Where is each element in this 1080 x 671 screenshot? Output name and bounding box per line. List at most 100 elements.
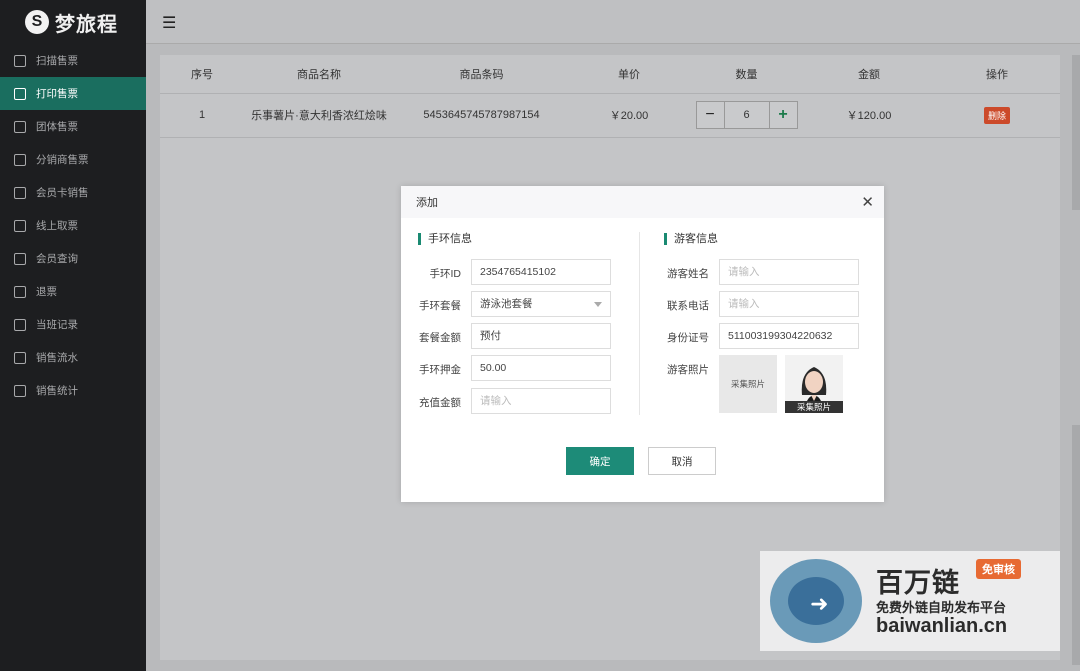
- sidebar-item-8[interactable]: 当班记录: [0, 308, 146, 341]
- dialog-title: 添加: [416, 197, 438, 209]
- cell-price: ￥20.00: [569, 92, 689, 138]
- group-icon: [14, 120, 26, 133]
- wristband-id-label: 手环ID: [429, 268, 462, 280]
- quantity-value[interactable]: 6: [725, 102, 769, 128]
- record-icon: [14, 318, 26, 331]
- sidebar-item-label: 会员卡销售: [36, 187, 89, 199]
- watermark-logo-icon: ➜: [770, 559, 862, 643]
- table-row: 1 乐事薯片·意大利香浓红烩味 5453645745787987154 ￥20.…: [160, 92, 1060, 138]
- sidebar-item-4[interactable]: 会员卡销售: [0, 176, 146, 209]
- sales-flow-icon: [14, 351, 26, 364]
- decrement-button[interactable]: −: [697, 102, 725, 128]
- sidebar-item-label: 团体售票: [36, 121, 78, 133]
- quantity-stepper: − 6 +: [695, 101, 798, 129]
- app-logo: S 梦旅程: [0, 0, 146, 44]
- recharge-label: 充值金额: [419, 397, 461, 409]
- wristband-package-label: 手环套餐: [419, 300, 461, 312]
- package-amount-input[interactable]: 预付: [471, 323, 611, 349]
- package-amount-label: 套餐金额: [419, 332, 461, 344]
- sidebar-item-3[interactable]: 分销商售票: [0, 143, 146, 176]
- increment-button[interactable]: +: [768, 102, 797, 128]
- capture-photo-placeholder[interactable]: 采集照片: [719, 355, 777, 413]
- wristband-id-input[interactable]: 2354765415102: [471, 259, 611, 285]
- cancel-button[interactable]: 取消: [648, 447, 716, 475]
- wristband-section-title: 手环信息: [418, 233, 472, 245]
- capture-photo-placeholder-text: 采集照片: [730, 379, 765, 389]
- sidebar-item-label: 退票: [36, 286, 57, 298]
- cell-amount: ￥120.00: [804, 92, 934, 138]
- col-name: 商品名称: [297, 68, 341, 81]
- sidebar-item-0[interactable]: 扫描售票: [0, 44, 146, 77]
- deposit-input[interactable]: 50.00: [471, 355, 611, 381]
- watermark-banner: ➜ 百万链 免审核 免费外链自助发布平台 baiwanlian.cn: [760, 551, 1060, 651]
- sidebar-item-label: 扫描售票: [36, 55, 78, 67]
- menu-toggle-icon[interactable]: ☰: [162, 13, 176, 33]
- section-divider: [639, 232, 640, 415]
- capture-photo-button[interactable]: 采集照片: [785, 401, 843, 413]
- visitor-section-title: 游客信息: [664, 233, 718, 245]
- watermark-title: 百万链: [876, 568, 960, 598]
- cell-name: 乐事薯片·意大利香浓红烩味: [244, 92, 394, 138]
- logo-mark-icon: S: [25, 10, 49, 34]
- logo-text: 梦旅程: [55, 13, 118, 36]
- sidebar-item-5[interactable]: 线上取票: [0, 209, 146, 242]
- scrollbar[interactable]: [1072, 55, 1080, 210]
- sidebar-item-label: 分销商售票: [36, 154, 89, 166]
- sidebar-item-label: 打印售票: [36, 88, 78, 100]
- close-icon[interactable]: ✕: [861, 193, 874, 211]
- visitor-name-input[interactable]: 请输入: [719, 259, 859, 285]
- watermark-subtitle: 免费外链自助发布平台: [876, 600, 1007, 615]
- sidebar-item-label: 会员查询: [36, 253, 78, 265]
- col-amount: 金额: [858, 68, 880, 81]
- col-index: 序号: [191, 68, 213, 81]
- watermark-url: baiwanlian.cn: [876, 615, 1008, 637]
- dialog-header: 添加: [401, 186, 884, 218]
- cell-index: 1: [160, 92, 244, 138]
- sidebar-item-label: 线上取票: [36, 220, 78, 232]
- sidebar-item-7[interactable]: 退票: [0, 275, 146, 308]
- sidebar: S 梦旅程 扫描售票打印售票团体售票分销商售票会员卡销售线上取票会员查询退票当班…: [0, 0, 146, 671]
- top-header: ☰: [146, 0, 1080, 44]
- cell-quantity: − 6 +: [689, 92, 804, 138]
- refund-icon: [14, 285, 26, 298]
- watermark-tag: 免审核: [976, 559, 1021, 579]
- member-search-icon: [14, 252, 26, 265]
- delete-button[interactable]: 删除: [983, 106, 1010, 124]
- id-number-input[interactable]: 511003199304220632: [719, 323, 859, 349]
- distributor-icon: [14, 153, 26, 166]
- confirm-button[interactable]: 确定: [566, 447, 634, 475]
- visitor-photo[interactable]: 采集照片: [785, 355, 843, 413]
- col-quantity: 数量: [735, 68, 758, 81]
- id-number-label: 身份证号: [667, 332, 709, 344]
- sidebar-item-label: 销售统计: [36, 385, 78, 397]
- sales-stats-icon: [14, 384, 26, 397]
- col-action: 操作: [986, 68, 1008, 81]
- sidebar-item-label: 销售流水: [36, 352, 78, 364]
- deposit-label: 手环押金: [419, 364, 461, 376]
- ticket-icon: [14, 219, 26, 232]
- sidebar-item-6[interactable]: 会员查询: [0, 242, 146, 275]
- sidebar-item-9[interactable]: 销售流水: [0, 341, 146, 374]
- phone-input[interactable]: 请输入: [719, 291, 859, 317]
- phone-label: 联系电话: [667, 300, 709, 312]
- wristband-package-value: 游泳池套餐: [480, 298, 533, 310]
- sidebar-item-label: 当班记录: [36, 319, 78, 331]
- add-dialog: 添加 ✕ 手环信息 游客信息 手环ID 2354765415102 手环套餐 游…: [401, 186, 884, 502]
- cell-barcode: 5453645745787987154: [394, 92, 569, 138]
- product-table: 序号 商品名称 商品条码 单价 数量 金额 操作 1 乐事薯片·意大利香浓红烩味…: [160, 55, 1060, 138]
- chevron-down-icon: [594, 302, 602, 307]
- sidebar-item-10[interactable]: 销售统计: [0, 374, 146, 407]
- cell-action: 删除: [934, 92, 1060, 138]
- wristband-package-select[interactable]: 游泳池套餐: [471, 291, 611, 317]
- scrollbar-lower[interactable]: [1072, 425, 1080, 665]
- card-icon: [14, 186, 26, 199]
- scan-icon: [14, 54, 26, 67]
- visitor-name-label: 游客姓名: [667, 268, 709, 280]
- col-price: 单价: [618, 68, 640, 81]
- sidebar-item-2[interactable]: 团体售票: [0, 110, 146, 143]
- photo-label: 游客照片: [667, 364, 709, 376]
- sidebar-item-1[interactable]: 打印售票: [0, 77, 146, 110]
- sidebar-menu: 扫描售票打印售票团体售票分销商售票会员卡销售线上取票会员查询退票当班记录销售流水…: [0, 44, 146, 407]
- recharge-input[interactable]: 请输入: [471, 388, 611, 414]
- table-header-row: 序号 商品名称 商品条码 单价 数量 金额 操作: [160, 55, 1060, 93]
